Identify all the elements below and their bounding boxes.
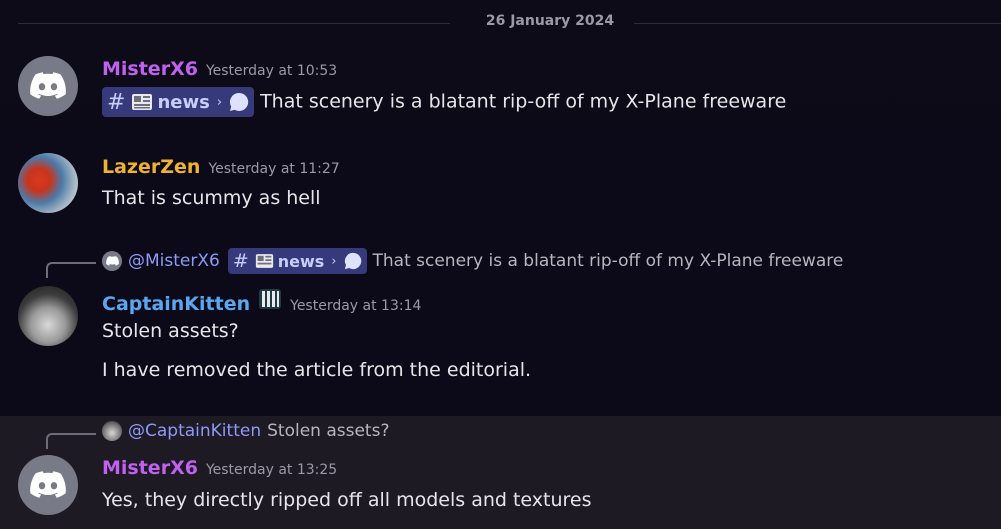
chevron-right-icon: › [216,94,223,110]
discord-logo-icon [30,471,66,498]
channel-name: news [157,91,210,113]
message-text: Yes, they directly ripped off all models… [102,489,592,511]
avatar[interactable] [18,286,78,346]
reply-text: That scenery is a blatant rip-off of my … [372,251,844,271]
date-label: 26 January 2024 [485,13,615,29]
reply-spine [46,262,96,278]
newspaper-icon [255,254,273,268]
timestamp[interactable]: Yesterday at 10:53 [206,63,337,79]
reply-avatar [102,421,122,441]
reply-mention[interactable]: @MisterX6 [128,251,220,271]
timestamp[interactable]: Yesterday at 13:25 [206,462,337,478]
avatar[interactable] [18,455,78,515]
channel-name: news [277,251,325,271]
thread-bubble-icon [344,252,361,270]
avatar[interactable] [18,153,78,213]
thread-bubble-icon [230,92,249,111]
message-text: That is scummy as hell [102,187,321,209]
channel-link[interactable]: # news › [102,87,255,117]
message-content: # news › That scenery is a blatant rip-o… [102,87,786,117]
author-name[interactable]: LazerZen [102,156,200,178]
newspaper-icon [132,94,153,110]
date-divider: 26 January 2024 [18,0,1001,46]
discord-logo-icon [30,72,66,99]
reply-preview[interactable]: @CaptainKitten Stolen assets? [102,421,389,441]
hash-icon: # [232,250,249,272]
timestamp[interactable]: Yesterday at 11:27 [208,161,339,177]
divider-line [18,23,450,24]
message-text: That scenery is a blatant rip-off of my … [260,90,787,113]
timestamp[interactable]: Yesterday at 13:14 [290,298,421,314]
message-text: Stolen assets? [102,320,239,342]
author-name[interactable]: MisterX6 [102,457,198,479]
avatar[interactable] [18,56,78,116]
reply-preview[interactable]: @MisterX6 # news › That scenery is a bla… [102,248,843,274]
message-text: I have removed the article from the edit… [102,359,532,381]
divider-line [634,23,1001,24]
chevron-right-icon: › [331,253,337,269]
role-badge-icon[interactable] [258,288,282,314]
author-name[interactable]: MisterX6 [102,58,198,80]
reply-text: Stolen assets? [267,421,390,441]
reply-avatar [102,251,122,271]
reply-spine [46,433,96,449]
channel-link[interactable]: # news › [227,248,367,274]
hash-icon: # [107,89,126,115]
reply-mention[interactable]: @CaptainKitten [128,421,261,441]
author-name[interactable]: CaptainKitten [102,293,250,315]
discord-logo-icon [105,256,119,266]
